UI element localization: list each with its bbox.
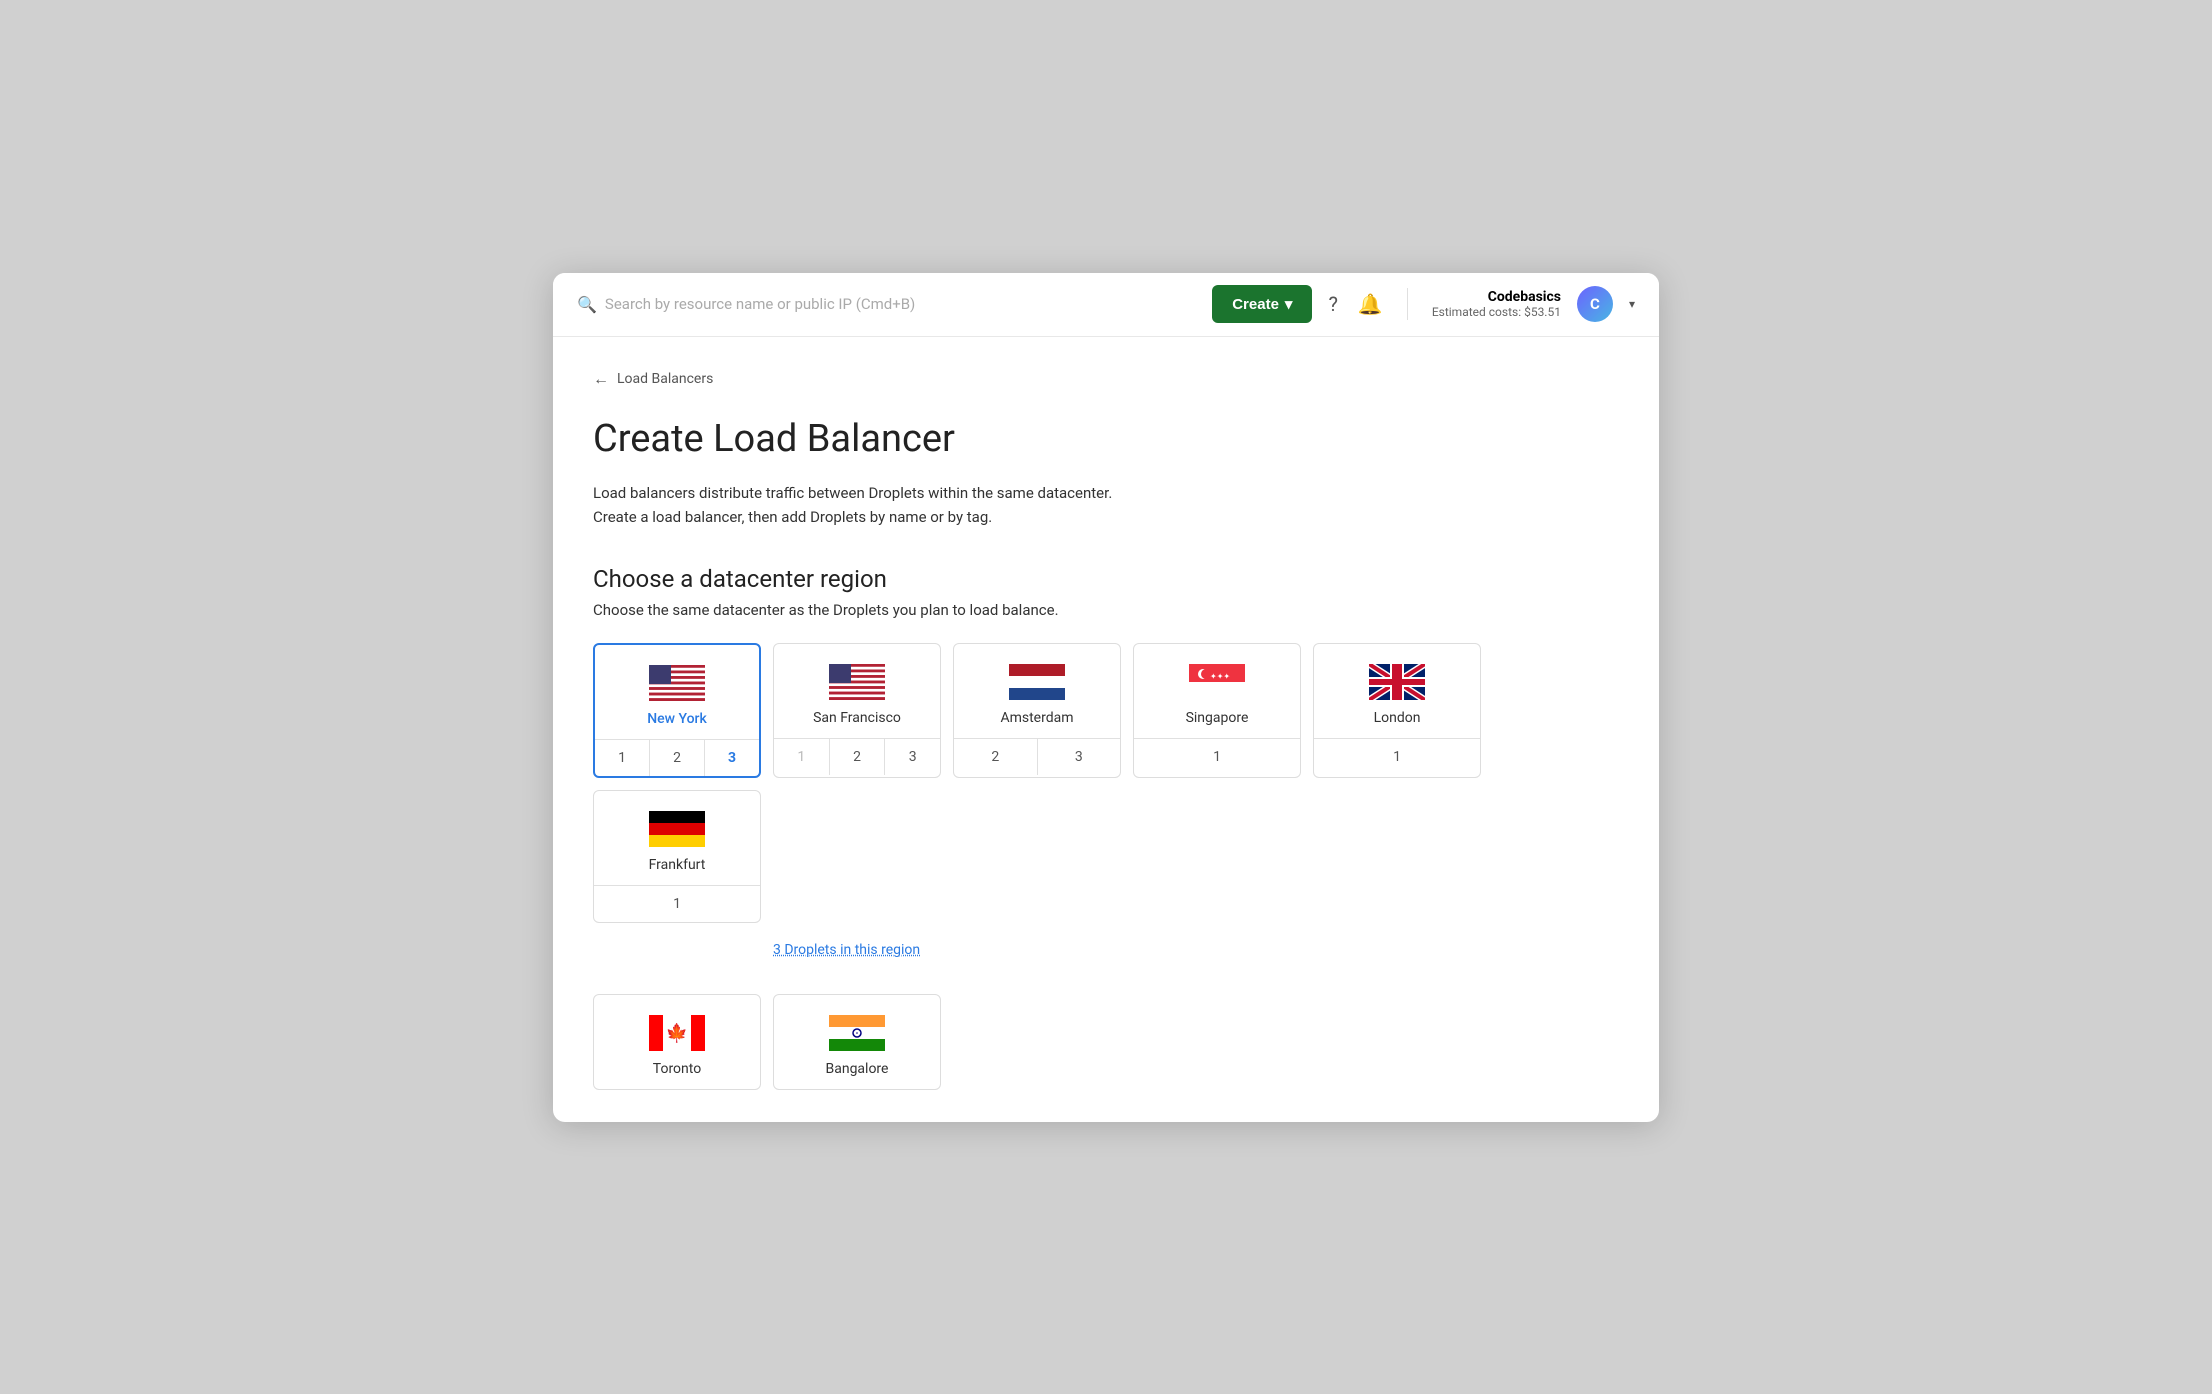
- region-numbers-new-york: 1 2 3: [595, 739, 759, 776]
- region-grid-row2: 🍁 Toronto: [593, 994, 1619, 1090]
- flag-ca: 🍁: [649, 1015, 705, 1051]
- flag-gb: [1369, 664, 1425, 700]
- search-placeholder: Search by resource name or public IP (Cm…: [605, 295, 915, 313]
- region-num-ny-2[interactable]: 2: [650, 740, 705, 776]
- region-card-top-sg: ✦✦✦ Singapore: [1134, 644, 1300, 738]
- search-icon: 🔍: [577, 295, 597, 314]
- region-name-singapore: Singapore: [1186, 710, 1249, 726]
- region-numbers-lon: 1: [1314, 738, 1480, 775]
- header-icons: ? 🔔: [1328, 292, 1382, 316]
- flag-sg: ✦✦✦: [1189, 664, 1245, 700]
- region-numbers-fra: 1: [594, 885, 760, 922]
- flag-nl: [1009, 664, 1065, 700]
- flag-de: [649, 811, 705, 847]
- region-num-sg-1[interactable]: 1: [1134, 739, 1300, 775]
- region-card-top-lon: London: [1314, 644, 1480, 738]
- region-num-ny-3[interactable]: 3: [705, 740, 759, 776]
- user-chevron-icon[interactable]: ▾: [1629, 297, 1635, 311]
- region-num-sf-3[interactable]: 3: [885, 739, 940, 775]
- region-num-lon-1[interactable]: 1: [1314, 739, 1480, 775]
- region-name-amsterdam: Amsterdam: [1000, 710, 1073, 726]
- desc-line1: Load balancers distribute traffic betwee…: [593, 484, 1112, 502]
- chevron-down-icon: ▾: [1285, 295, 1293, 313]
- region-name-bangalore: Bangalore: [826, 1061, 889, 1077]
- user-cost: Estimated costs: $53.51: [1432, 305, 1561, 319]
- back-link[interactable]: ← Load Balancers: [593, 369, 1619, 389]
- region-num-am-3[interactable]: 3: [1038, 739, 1121, 775]
- region-name-toronto: Toronto: [653, 1061, 701, 1077]
- help-icon[interactable]: ?: [1328, 292, 1337, 316]
- region-card-top-tor: 🍁 Toronto: [594, 995, 760, 1089]
- user-name: Codebasics: [1488, 289, 1561, 305]
- region-card-singapore[interactable]: ✦✦✦ Singapore 1: [1133, 643, 1301, 778]
- user-info: Codebasics Estimated costs: $53.51: [1432, 289, 1561, 319]
- search-bar[interactable]: 🔍 Search by resource name or public IP (…: [577, 295, 1196, 314]
- region-card-toronto[interactable]: 🍁 Toronto: [593, 994, 761, 1090]
- region-card-new-york[interactable]: New York 1 2 3: [593, 643, 761, 778]
- region-name-frankfurt: Frankfurt: [649, 857, 706, 873]
- header: 🔍 Search by resource name or public IP (…: [553, 273, 1659, 337]
- avatar-letter: C: [1590, 295, 1600, 313]
- create-button[interactable]: Create ▾: [1212, 285, 1312, 323]
- region-num-sf-1: 1: [774, 739, 830, 775]
- region-card-top-sf: San Francisco: [774, 644, 940, 738]
- region-numbers-am: 2 3: [954, 738, 1120, 775]
- description: Load balancers distribute traffic betwee…: [593, 481, 1619, 529]
- region-card-amsterdam[interactable]: Amsterdam 2 3: [953, 643, 1121, 778]
- section-title: Choose a datacenter region: [593, 565, 1619, 593]
- region-num-am-2[interactable]: 2: [954, 739, 1038, 775]
- desc-line2: Create a load balancer, then add Droplet…: [593, 508, 992, 526]
- region-card-top: New York: [595, 645, 759, 739]
- app-window: 🔍 Search by resource name or public IP (…: [553, 273, 1659, 1122]
- region-card-london[interactable]: London 1: [1313, 643, 1481, 778]
- header-divider: [1407, 288, 1408, 320]
- flag-in: [829, 1015, 885, 1051]
- droplets-link-container: 3 Droplets in this region: [593, 939, 1619, 978]
- create-label: Create: [1232, 296, 1279, 313]
- flag-us-2: [829, 664, 885, 700]
- region-card-top-ban: Bangalore: [774, 995, 940, 1089]
- region-card-bangalore[interactable]: Bangalore: [773, 994, 941, 1090]
- region-card-top-fra: Frankfurt: [594, 791, 760, 885]
- svg-text:🍁: 🍁: [666, 1022, 688, 1044]
- region-numbers-sg: 1: [1134, 738, 1300, 775]
- region-name-new-york: New York: [647, 711, 707, 727]
- region-card-san-francisco[interactable]: San Francisco 1 2 3: [773, 643, 941, 778]
- svg-text:✦✦✦: ✦✦✦: [1210, 672, 1230, 681]
- region-card-frankfurt[interactable]: Frankfurt 1: [593, 790, 761, 923]
- region-num-fra-1[interactable]: 1: [594, 886, 760, 922]
- page-title: Create Load Balancer: [593, 417, 1619, 461]
- back-arrow-icon: ←: [593, 369, 609, 389]
- region-num-sf-2[interactable]: 2: [830, 739, 886, 775]
- notification-icon[interactable]: 🔔: [1358, 292, 1383, 316]
- main-content: ← Load Balancers Create Load Balancer Lo…: [553, 337, 1659, 1122]
- avatar[interactable]: C: [1577, 286, 1613, 322]
- breadcrumb-label: Load Balancers: [617, 371, 713, 387]
- droplets-link[interactable]: 3 Droplets in this region: [773, 942, 920, 958]
- section-subtitle: Choose the same datacenter as the Drople…: [593, 601, 1619, 619]
- region-num-ny-1[interactable]: 1: [595, 740, 650, 776]
- region-name-san-francisco: San Francisco: [813, 710, 901, 726]
- flag-us-1: [649, 665, 705, 701]
- region-card-top-am: Amsterdam: [954, 644, 1120, 738]
- region-numbers-sf: 1 2 3: [774, 738, 940, 775]
- region-name-london: London: [1374, 710, 1421, 726]
- region-grid: New York 1 2 3: [593, 643, 1619, 923]
